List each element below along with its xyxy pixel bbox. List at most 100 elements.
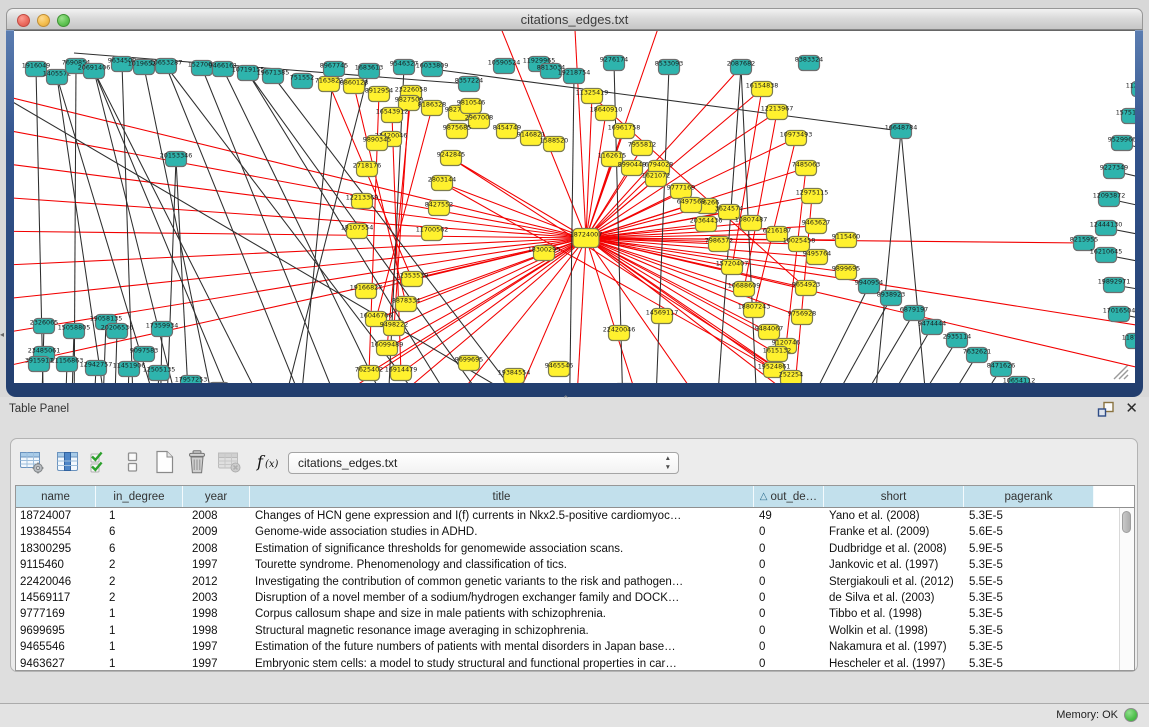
graph-node[interactable]: 16210645: [1090, 248, 1123, 263]
graph-node[interactable]: 12975115: [796, 189, 829, 204]
graph-node[interactable]: 19218754: [558, 69, 591, 84]
select-all-checks-icon[interactable]: [87, 450, 113, 474]
graph-node[interactable]: 9115460: [832, 233, 860, 248]
graph-node[interactable]: 12093872: [1093, 192, 1126, 207]
graph-node[interactable]: 22420046: [603, 326, 636, 341]
table-row[interactable]: 1938455462009Genome-wide association stu…: [16, 524, 1120, 540]
graph-node[interactable]: 9465546: [545, 362, 573, 377]
graph-node[interactable]: 15751074: [1116, 109, 1135, 124]
graph-node[interactable]: 2935114: [943, 333, 971, 348]
graph-node[interactable]: 7632621: [963, 348, 991, 363]
graph-node[interactable]: 252254: [779, 371, 803, 384]
graph-node[interactable]: 19166827: [350, 284, 383, 299]
table-vertical-scrollbar[interactable]: [1119, 508, 1134, 670]
graph-node[interactable]: 9810546: [457, 99, 485, 114]
collapse-handle-icon[interactable]: ⌃: [562, 394, 570, 405]
graph-node[interactable]: 12213369: [346, 194, 379, 209]
graph-node[interactable]: 2718176: [353, 162, 381, 177]
column-header-pagerank[interactable]: pagerank: [964, 486, 1094, 507]
graph-node[interactable]: 10688609: [728, 282, 761, 297]
resize-grip[interactable]: [1114, 365, 1128, 379]
scrollbar-thumb[interactable]: [1122, 511, 1131, 533]
graph-node[interactable]: 1683613: [355, 64, 383, 79]
graph-node[interactable]: 6497568: [677, 198, 705, 213]
graph-node[interactable]: 9097583: [130, 347, 158, 362]
graph-node[interactable]: 8427552: [425, 201, 453, 216]
graph-node[interactable]: 19892971: [1098, 278, 1131, 293]
graph-node[interactable]: 6879197: [900, 306, 928, 321]
graph-node[interactable]: 9777169: [667, 184, 695, 199]
graph-node[interactable]: 16961758: [608, 124, 641, 139]
graph-node[interactable]: 8186328: [418, 101, 446, 116]
graph-node[interactable]: 11451906: [113, 362, 146, 377]
graph-node[interactable]: 18107554: [341, 224, 374, 239]
graph-node[interactable]: 2087682: [727, 60, 755, 75]
graph-node[interactable]: 15720407: [716, 260, 749, 275]
graph-node[interactable]: 10590524: [488, 59, 521, 74]
graph-node[interactable]: 1615132: [763, 347, 791, 362]
graph-node[interactable]: 19671385: [257, 69, 290, 84]
table-row[interactable]: 1830029562008Estimation of significance …: [16, 541, 1120, 557]
graph-node[interactable]: 11700562: [416, 226, 449, 241]
graph-node[interactable]: 9227349: [1100, 164, 1128, 179]
graph-node[interactable]: 8357224: [455, 77, 483, 92]
graph-node[interactable]: 9529966: [1108, 136, 1135, 151]
graph-node[interactable]: 9654923: [792, 281, 820, 296]
graph-node[interactable]: 20691406: [78, 64, 111, 79]
graph-node[interactable]: 11156863: [51, 357, 84, 372]
table-row[interactable]: 2242004622012Investigating the contribut…: [16, 574, 1120, 590]
table-row[interactable]: 1872400712008Changes of HCN gene express…: [16, 508, 1120, 524]
rows-toggle-icon[interactable]: [119, 450, 145, 474]
column-edit-icon[interactable]: [55, 450, 81, 474]
graph-node[interactable]: 9495764: [803, 250, 831, 265]
graph-node[interactable]: 18807243: [738, 303, 771, 318]
graph-node[interactable]: 8471626: [987, 362, 1015, 377]
graph-node[interactable]: 9899695: [832, 265, 860, 280]
graph-node[interactable]: 7625402: [355, 366, 383, 381]
network-svg[interactable]: 1872400771638228860128891295423226058982…: [14, 31, 1135, 383]
delete-icon[interactable]: [184, 450, 210, 474]
graph-node[interactable]: 7955812: [628, 141, 656, 156]
column-header-short[interactable]: short: [824, 486, 964, 507]
column-header-out-degree[interactable]: △out_de…: [754, 486, 824, 507]
graph-node[interactable]: 751552: [290, 74, 314, 89]
graph-node[interactable]: 12444130: [1090, 221, 1123, 236]
graph-node[interactable]: 18724007: [570, 229, 603, 248]
graph-node[interactable]: 9756928: [788, 310, 816, 325]
graph-node[interactable]: 7485063: [792, 161, 820, 176]
graph-node[interactable]: 7986372: [705, 237, 733, 252]
column-header-in-degree[interactable]: in_degree: [96, 486, 183, 507]
column-header-title[interactable]: title: [250, 486, 754, 507]
graph-node[interactable]: 15058805: [58, 324, 91, 339]
close-panel-icon[interactable]: ✕: [1125, 399, 1138, 417]
graph-node[interactable]: 9890345: [363, 136, 391, 151]
table-settings-icon[interactable]: [19, 450, 45, 474]
graph-node[interactable]: 8967745: [320, 62, 348, 77]
graph-node[interactable]: 2803144: [428, 176, 456, 191]
graph-node[interactable]: 9875685: [443, 124, 471, 139]
graph-node[interactable]: 9546327: [390, 60, 418, 75]
table-row[interactable]: 946362711997Embryonic stem cells: a mode…: [16, 656, 1120, 670]
table-row[interactable]: 946554611997Estimation of the future num…: [16, 639, 1120, 655]
graph-node[interactable]: 19384554: [498, 369, 531, 384]
graph-node[interactable]: 10654112: [1003, 377, 1036, 384]
graph-node[interactable]: 8383324: [795, 56, 823, 71]
graph-node[interactable]: 16033809: [416, 62, 449, 77]
graph-node[interactable]: 11325419: [576, 89, 609, 104]
graph-node[interactable]: 16958107: [203, 383, 236, 384]
graph-node[interactable]: 1187533: [1122, 334, 1135, 349]
graph-node[interactable]: 9242845: [437, 151, 465, 166]
new-document-icon[interactable]: [152, 450, 178, 474]
column-header-name[interactable]: name: [16, 486, 96, 507]
graph-node[interactable]: 16154838: [746, 82, 779, 97]
graph-node[interactable]: 9463627: [802, 219, 830, 234]
table-row[interactable]: 911546021997Tourette syndrome. Phenomeno…: [16, 557, 1120, 573]
float-window-icon[interactable]: [1096, 401, 1115, 418]
graph-node[interactable]: 3915911: [25, 357, 53, 372]
graph-node[interactable]: 9484067: [755, 325, 783, 340]
graph-node[interactable]: 9276174: [600, 56, 628, 71]
graph-node[interactable]: 20364436: [690, 217, 723, 232]
table-selector-dropdown[interactable]: citations_edges.txt ▲▼: [288, 452, 679, 474]
graph-node[interactable]: 12213967: [761, 105, 794, 120]
function-builder-icon[interactable]: f (x): [254, 450, 284, 474]
